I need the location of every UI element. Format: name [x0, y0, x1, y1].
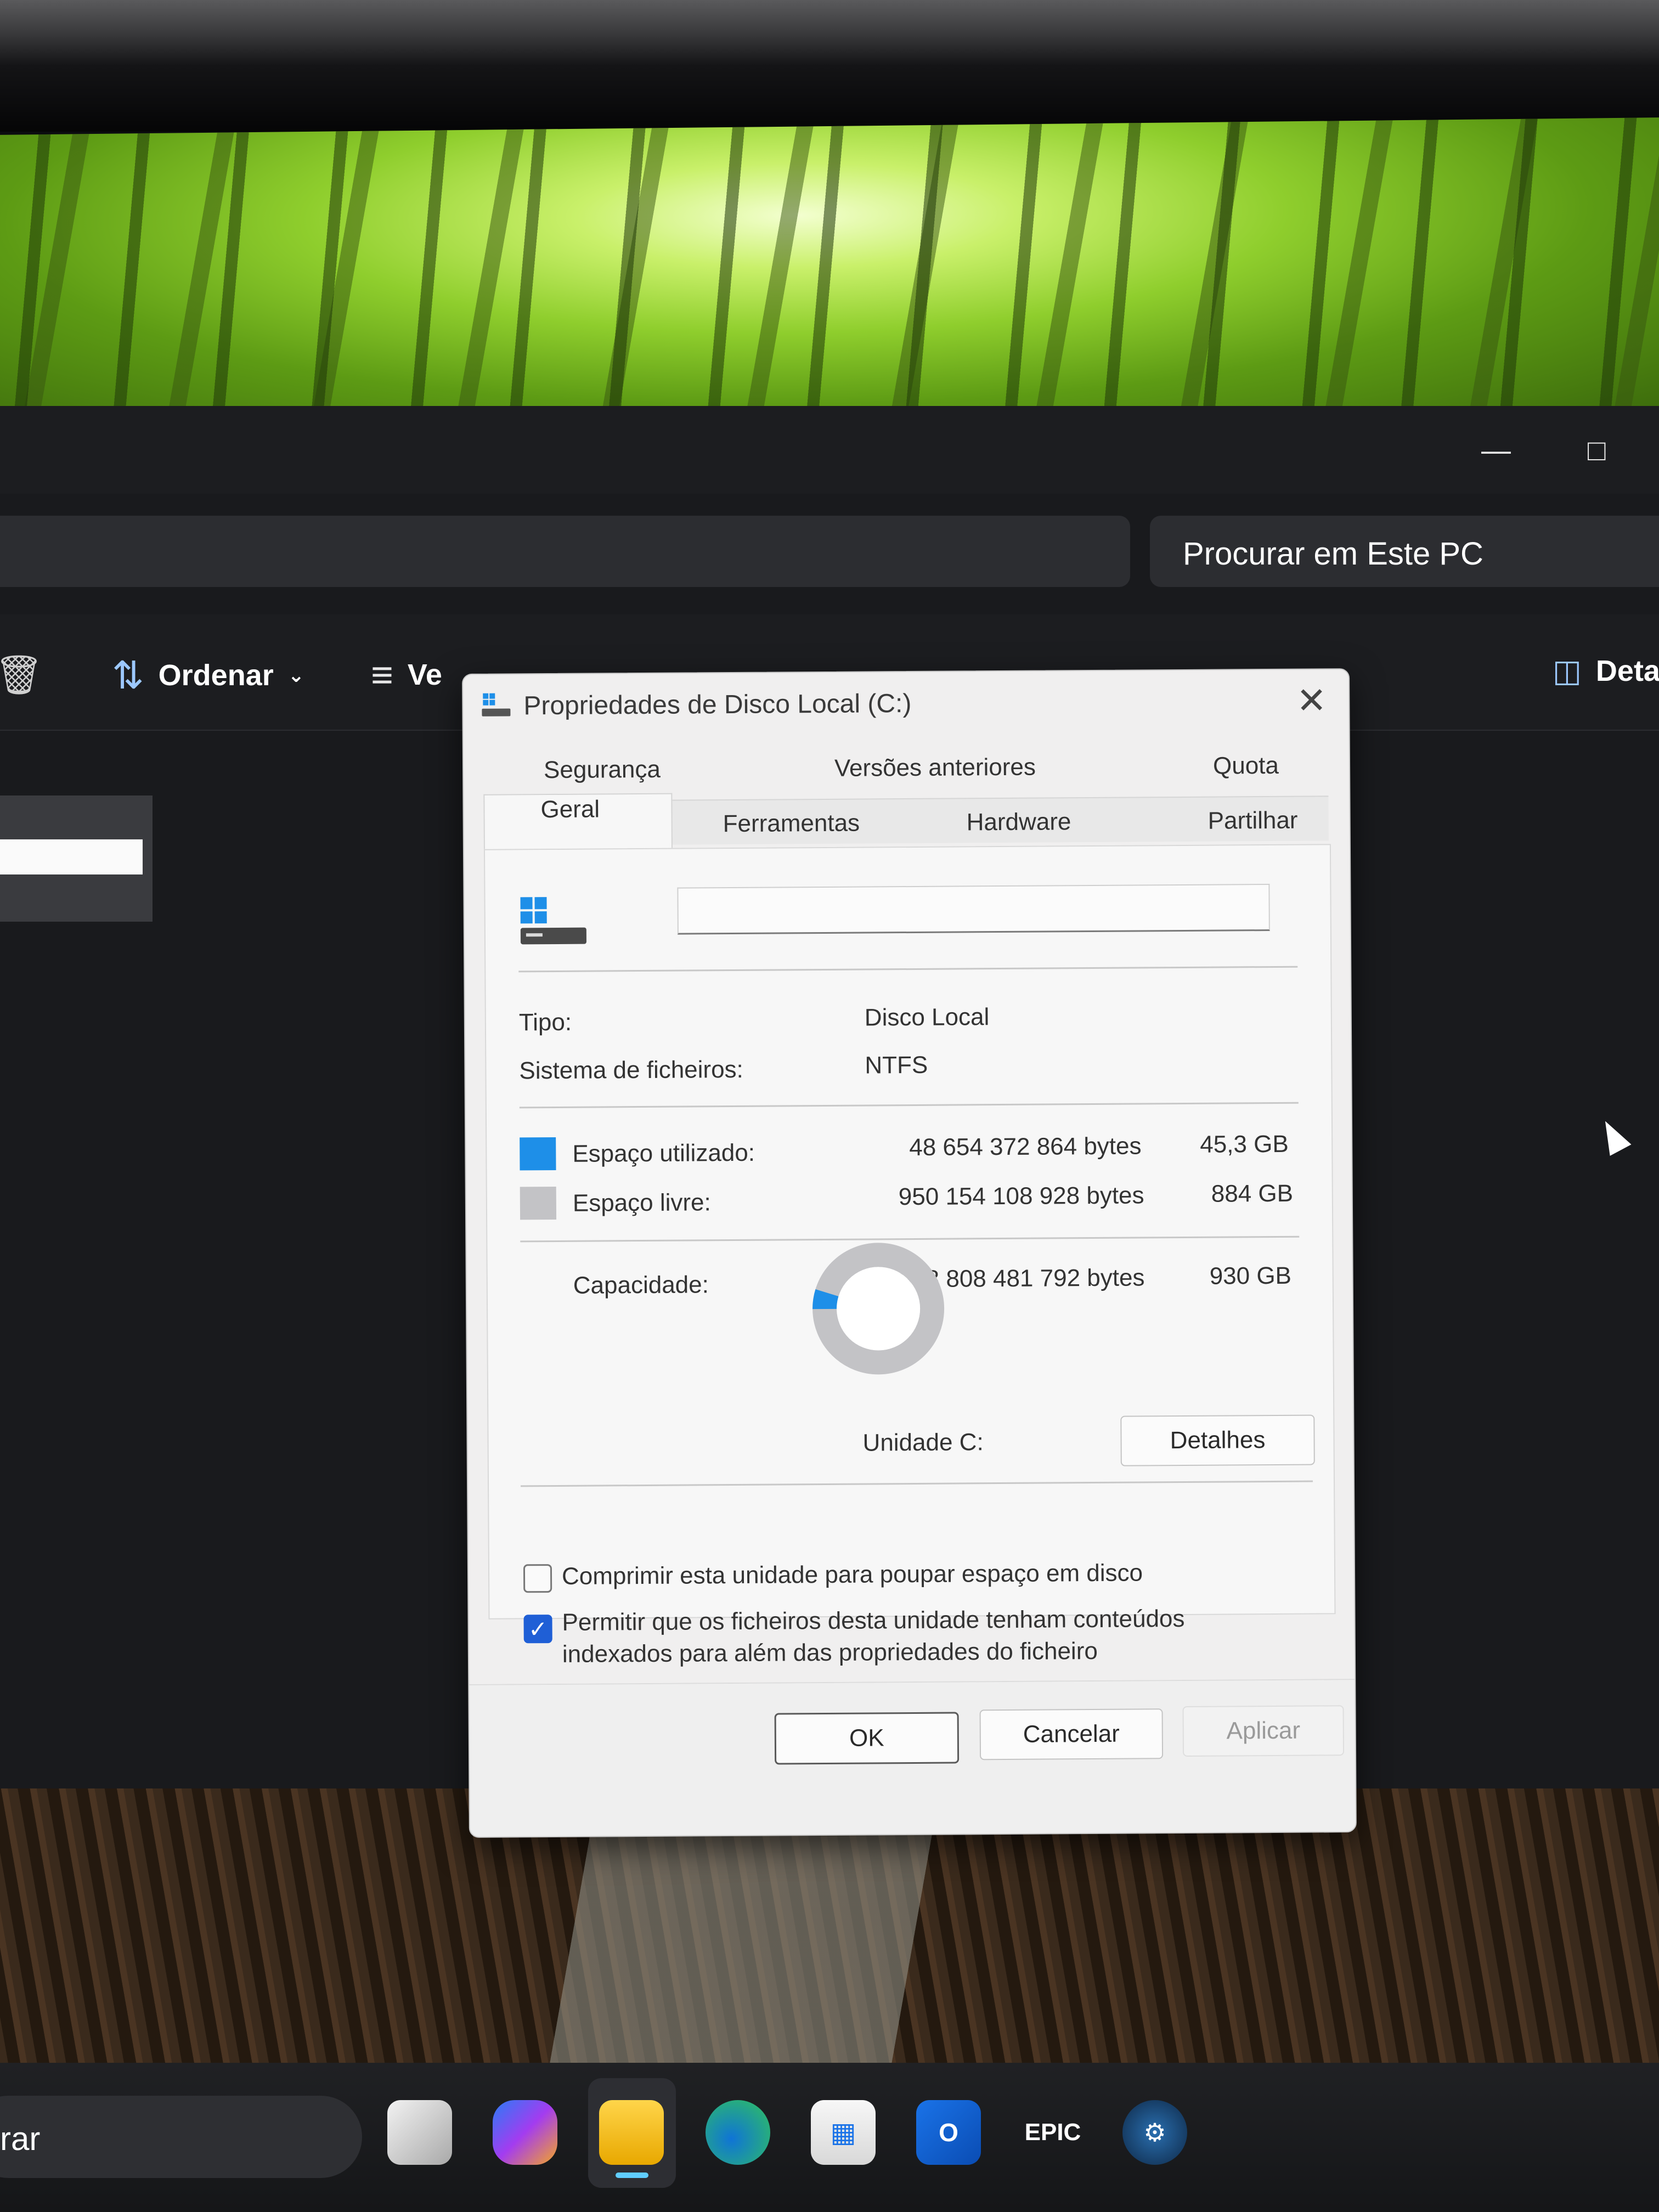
address-bar[interactable] — [0, 516, 1130, 587]
type-value: Disco Local — [864, 1003, 990, 1031]
steam-gear-icon: ⚙ — [1143, 2118, 1166, 2147]
details-pane-label: Deta — [1595, 654, 1659, 687]
view-button[interactable]: ≡ Ve — [371, 653, 442, 697]
outlook-o-icon: O — [939, 2118, 958, 2147]
disk-usage-donut — [812, 1243, 945, 1375]
edge-icon[interactable] — [706, 2100, 770, 2165]
filesystem-value: NTFS — [865, 1051, 928, 1079]
sort-button[interactable]: ⇅ Ordenar ⌄ — [112, 653, 304, 698]
file-explorer-icon[interactable] — [599, 2100, 664, 2165]
view-list-icon: ≡ — [371, 653, 393, 696]
tab-page-geral: Tipo: Disco Local Sistema de ficheiros: … — [483, 844, 1336, 1620]
free-space-bytes: 950 154 108 928 bytes — [898, 1182, 1144, 1211]
dialog-footer: OK Cancelar Aplicar — [469, 1679, 1356, 1837]
free-space-gb: 884 GB — [1211, 1180, 1294, 1207]
tab-seguranca[interactable]: Segurança — [544, 756, 661, 784]
nav-pane-item[interactable] — [0, 795, 153, 922]
copilot-icon[interactable] — [493, 2100, 557, 2165]
explorer-titlebar: — □ — [0, 406, 1659, 494]
delete-button[interactable]: 🗑 — [0, 653, 43, 698]
view-label: Ve — [407, 658, 442, 691]
drive-icon — [520, 897, 586, 945]
tab-hardware[interactable]: Hardware — [967, 808, 1071, 836]
sort-label: Ordenar — [158, 659, 274, 692]
chevron-down-icon: ⌄ — [287, 664, 304, 686]
taskbar-search-text: rar — [0, 2120, 41, 2157]
tab-partilhar[interactable]: Partilhar — [1208, 807, 1298, 835]
taskbar: rar ▦ O EPIC ⚙ — [0, 2063, 1659, 2212]
details-pane-icon: ◫ — [1553, 653, 1582, 688]
active-indicator — [616, 2172, 648, 2178]
search-placeholder: Procurar em Este PC — [1183, 536, 1483, 572]
drive-label: Unidade C: — [862, 1429, 984, 1457]
used-space-gb: 45,3 GB — [1200, 1130, 1289, 1158]
compress-checkbox[interactable] — [523, 1564, 552, 1593]
used-space-swatch — [520, 1137, 556, 1171]
steam-icon[interactable]: ⚙ — [1122, 2100, 1187, 2165]
tab-strip: Segurança Versões anteriores Quota Geral… — [483, 752, 1329, 851]
dialog-title: Propriedades de Disco Local (C:) — [523, 689, 912, 721]
capacity-gb: 930 GB — [1209, 1262, 1292, 1290]
index-label-line1: Permitir que os ficheiros desta unidade … — [562, 1605, 1185, 1636]
filesystem-label: Sistema de ficheiros: — [519, 1056, 743, 1085]
nav-pane-selection — [0, 839, 143, 874]
used-space-bytes: 48 654 372 864 bytes — [909, 1132, 1142, 1161]
properties-dialog: Propriedades de Disco Local (C:) ✕ Segur… — [462, 668, 1357, 1838]
search-input[interactable]: Procurar em Este PC — [1150, 516, 1659, 587]
compress-label: Comprimir esta unidade para poupar espaç… — [561, 1559, 1143, 1590]
separator-2 — [519, 1102, 1299, 1109]
capacity-label: Capacidade: — [573, 1271, 709, 1299]
task-view-icon[interactable] — [387, 2100, 452, 2165]
tab-geral[interactable]: Geral — [540, 795, 600, 823]
used-space-label: Espaço utilizado: — [572, 1139, 755, 1167]
taskbar-search[interactable]: rar — [0, 2096, 362, 2178]
free-space-swatch — [520, 1186, 557, 1220]
close-icon[interactable]: ✕ — [1296, 679, 1327, 721]
monitor-bezel — [0, 0, 1659, 132]
store-icon[interactable]: ▦ — [811, 2100, 876, 2165]
free-space-label: Espaço livre: — [572, 1189, 711, 1217]
cancel-button[interactable]: Cancelar — [979, 1708, 1164, 1760]
details-pane-button[interactable]: ◫ Deta — [1553, 653, 1659, 689]
type-label: Tipo: — [518, 1008, 572, 1036]
epic-games-text: EPIC — [1024, 2119, 1081, 2146]
trash-icon: 🗑 — [0, 653, 43, 696]
apply-button[interactable]: Aplicar — [1182, 1705, 1345, 1757]
wallpaper-bamboo — [0, 117, 1659, 431]
tab-ferramentas[interactable]: Ferramentas — [723, 810, 860, 838]
ok-button[interactable]: OK — [774, 1712, 960, 1765]
store-grid-icon: ▦ — [830, 2117, 856, 2148]
donut-center — [837, 1267, 921, 1351]
tab-quota[interactable]: Quota — [1213, 752, 1279, 780]
minimize-icon[interactable]: — — [1481, 433, 1511, 467]
drive-small-icon — [482, 693, 511, 716]
tab-versoes-anteriores[interactable]: Versões anteriores — [834, 754, 1036, 782]
index-label-line2: indexados para além das propriedades do … — [562, 1637, 1098, 1668]
separator-1 — [518, 966, 1298, 973]
index-checkbox[interactable]: ✓ — [523, 1615, 552, 1644]
details-button[interactable]: Detalhes — [1120, 1414, 1315, 1466]
outlook-icon[interactable]: O — [916, 2100, 981, 2165]
epic-games-icon[interactable]: EPIC — [1020, 2100, 1085, 2165]
drive-name-input[interactable] — [677, 884, 1270, 935]
sort-arrows-icon: ⇅ — [112, 654, 144, 697]
maximize-icon[interactable]: □ — [1588, 433, 1606, 467]
